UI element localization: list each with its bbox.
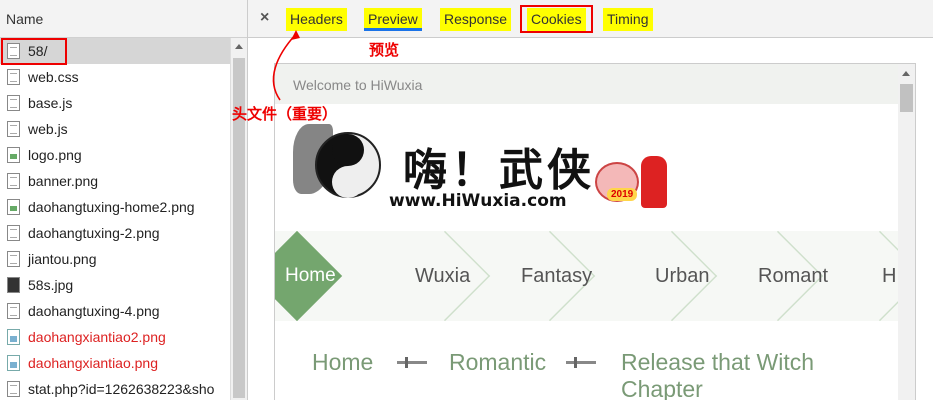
- devtools-window: Name 58/web.css base.js web.js logo.png bann…: [0, 0, 933, 400]
- annotation-arrow: [272, 30, 300, 101]
